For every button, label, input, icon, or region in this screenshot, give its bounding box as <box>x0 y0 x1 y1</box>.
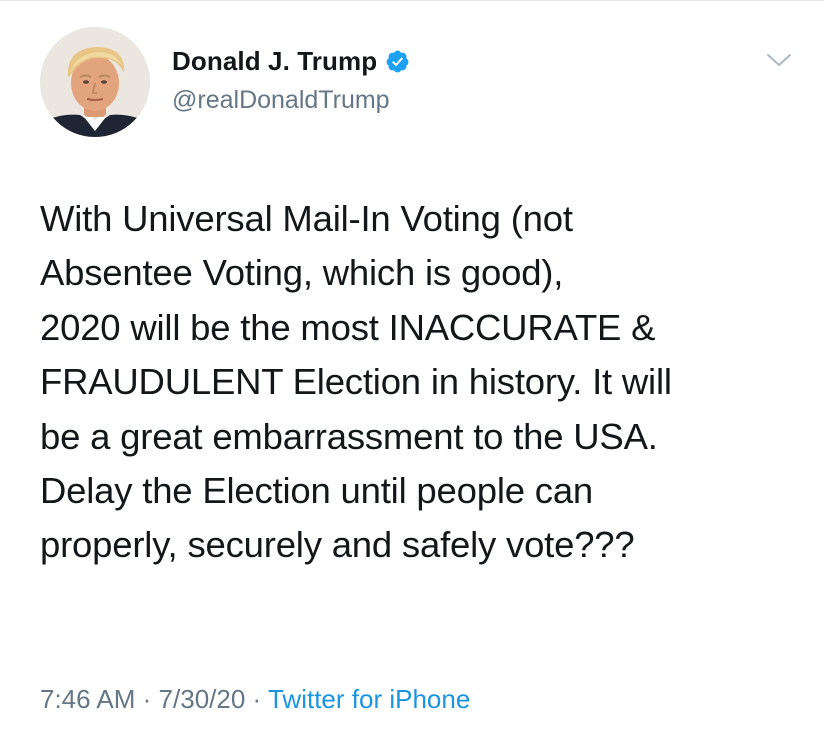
chevron-down-icon[interactable] <box>764 48 794 72</box>
tweet-text: With Universal Mail-In Voting (not Absen… <box>40 198 672 566</box>
tweet-time[interactable]: 7:46 AM <box>40 684 135 714</box>
tweet-date[interactable]: 7/30/20 <box>159 684 246 714</box>
top-divider <box>0 0 824 1</box>
avatar[interactable] <box>40 27 150 137</box>
tweet-metadata: 7:46 AM · 7/30/20 · Twitter for iPhone <box>40 684 470 715</box>
author-display-name[interactable]: Donald J. Trump <box>172 46 377 77</box>
verified-badge-icon <box>385 49 410 74</box>
meta-separator: · <box>142 684 152 714</box>
author-name-row[interactable]: Donald J. Trump <box>172 45 410 77</box>
meta-separator: · <box>252 684 262 714</box>
author-handle[interactable]: @realDonaldTrump <box>172 86 390 115</box>
profile-photo-icon <box>40 27 150 137</box>
tweet-source-link[interactable]: Twitter for iPhone <box>268 684 470 714</box>
